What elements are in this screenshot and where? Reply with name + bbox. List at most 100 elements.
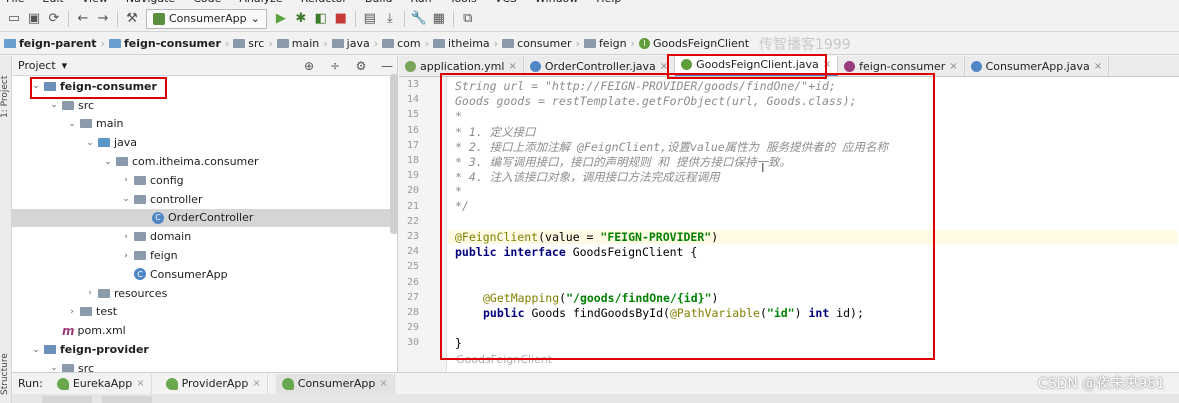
hide-panel-icon[interactable]: — [377, 59, 397, 73]
back-arrow-icon[interactable]: ← [73, 9, 93, 29]
project-structure-icon[interactable]: ▤ [360, 9, 380, 29]
terminal-icon[interactable]: ⧉ [458, 9, 478, 29]
tree-item[interactable]: ⌄ controller [12, 190, 390, 209]
chevron-down-icon[interactable]: ⌄ [66, 119, 78, 129]
keyword-token: int [808, 306, 830, 320]
code-editor[interactable]: 13 14 15 16 17 18 19 20 21 22 23 24 25 26 27 28 29 30 Str… [399, 77, 1179, 372]
save-all-icon[interactable]: ▣ [24, 9, 44, 29]
editor-breadcrumb-footer[interactable]: GoodsFeignClient [456, 353, 552, 366]
sdk-icon[interactable]: ▦ [429, 9, 449, 29]
download-icon[interactable]: ⤓ [380, 9, 400, 29]
toolbar-divider [452, 10, 454, 27]
build-hammer-icon[interactable]: ⚒ [122, 9, 142, 29]
toolbar-divider [354, 10, 356, 27]
breadcrumb-label: feign [598, 37, 627, 50]
tree-item[interactable]: ⌄ com.itheima.consumer [12, 152, 390, 171]
chevron-down-icon[interactable]: ⌄ [48, 100, 60, 110]
locate-file-icon[interactable]: ⊕ [299, 59, 319, 73]
chevron-down-icon[interactable]: ▾ [62, 59, 68, 72]
tree-item[interactable]: m pom.xml [12, 321, 390, 340]
tree-item[interactable]: › test [12, 303, 390, 322]
gear-icon[interactable]: ⚙ [351, 59, 371, 73]
run-tab[interactable]: ProviderApp × [160, 373, 268, 394]
chevron-down-icon[interactable]: ⌄ [120, 194, 132, 204]
chevron-right-icon[interactable]: › [120, 251, 132, 261]
chevron-down-icon[interactable]: ⌄ [102, 157, 114, 167]
breadcrumb-item[interactable]: consumer [502, 37, 572, 50]
breadcrumb-item[interactable]: itheima [433, 37, 490, 50]
breadcrumb-item[interactable]: feign [583, 37, 627, 50]
breadcrumb-label: main [291, 37, 320, 50]
breadcrumb-item[interactable]: src [233, 37, 264, 50]
line-number: 16 [406, 124, 419, 136]
run-tab[interactable]: ConsumerApp × [275, 373, 395, 394]
close-icon[interactable]: × [823, 59, 831, 70]
chevron-right-icon[interactable]: › [84, 288, 96, 298]
structure-tool-tab[interactable]: Structure [0, 346, 12, 402]
tree-scrollbar[interactable] [390, 74, 398, 234]
sync-icon[interactable]: ⟳ [44, 9, 64, 29]
editor-tab[interactable]: GoodsFeignClient.java × [675, 56, 839, 76]
tree-item[interactable]: › config [12, 171, 390, 190]
breadcrumb-item[interactable]: com [382, 37, 421, 50]
tree-item[interactable]: › feign [12, 246, 390, 265]
run-configuration-select[interactable]: ConsumerApp ⌄ [146, 8, 267, 29]
tree-item[interactable]: C OrderController [12, 208, 390, 228]
main-toolbar: ▭ ▣ ⟳ ← → ⚒ ConsumerApp ⌄ ▶ ✱ ◧ ■ ▤ ⤓ 🔧 … [0, 6, 1179, 32]
close-icon[interactable]: × [379, 378, 387, 389]
settings-wrench-icon[interactable]: 🔧 [409, 9, 429, 29]
tree-item[interactable]: ⌄ main [12, 115, 390, 134]
run-tab[interactable]: EurekaApp × [51, 373, 152, 394]
chevron-right-icon[interactable]: › [120, 175, 132, 185]
line-number: 13 [406, 79, 419, 90]
forward-arrow-icon[interactable]: → [93, 9, 113, 29]
close-icon[interactable]: × [660, 61, 668, 72]
breadcrumb-item[interactable]: feign-parent [4, 37, 97, 50]
collapse-all-icon[interactable]: ÷ [325, 59, 345, 73]
code-line-24: public interface GoodsFeignClient { [455, 245, 697, 259]
tree-item[interactable]: ⌄ feign-consumer [12, 77, 390, 96]
chevron-down-icon: ⌄ [250, 12, 260, 25]
close-icon[interactable]: × [1094, 61, 1102, 72]
run-icon[interactable]: ▶ [271, 9, 291, 29]
project-view-select[interactable]: Project [18, 59, 56, 72]
tree-item[interactable]: C ConsumerApp [12, 265, 390, 284]
console-tab[interactable] [42, 396, 92, 403]
project-tool-tab[interactable]: 1: Project [0, 62, 12, 132]
breadcrumb-item[interactable]: java [331, 37, 370, 50]
chevron-down-icon[interactable]: ⌄ [30, 81, 42, 91]
editor-tab[interactable]: OrderController.java × [524, 56, 676, 76]
breadcrumb-item[interactable]: I GoodsFeignClient [639, 37, 749, 50]
chevron-down-icon[interactable]: ⌄ [30, 345, 42, 355]
string-token: "/goods/findOne/{id}" [566, 291, 712, 305]
close-icon[interactable]: × [252, 378, 260, 389]
text-cursor-icon: I [761, 161, 765, 175]
chevron-right-icon[interactable]: › [66, 307, 78, 317]
chevron-down-icon[interactable]: ⌄ [84, 138, 96, 148]
tree-item[interactable]: ⌄ java [12, 133, 390, 152]
debug-icon[interactable]: ✱ [291, 9, 311, 29]
tree-item[interactable]: › domain [12, 227, 390, 246]
code-line-20: * [455, 184, 462, 198]
endpoints-tab[interactable] [102, 396, 152, 403]
close-icon[interactable]: × [949, 61, 957, 72]
editor-tab[interactable]: feign-consumer × [838, 56, 965, 76]
breadcrumb-item[interactable]: main [276, 37, 320, 50]
tree-item[interactable]: ⌄ feign-provider [12, 340, 390, 359]
editor-tab[interactable]: ConsumerApp.java × [965, 56, 1110, 76]
tree-item[interactable]: ⌄ src [12, 96, 390, 115]
close-icon[interactable]: × [508, 61, 516, 72]
close-icon[interactable]: × [136, 378, 144, 389]
chevron-right-icon[interactable]: › [120, 232, 132, 242]
coverage-icon[interactable]: ◧ [311, 9, 331, 29]
file-type-icon [529, 60, 541, 72]
editor-tab[interactable]: application.yml × [399, 56, 524, 76]
folder-icon [134, 194, 146, 204]
stop-icon[interactable]: ■ [331, 9, 351, 29]
code-line-15: * [455, 109, 462, 123]
line-number: 29 [406, 322, 419, 334]
tree-item[interactable]: › resources [12, 284, 390, 303]
folder-icon [134, 232, 146, 242]
breadcrumb-item[interactable]: feign-consumer [108, 37, 221, 50]
open-folder-icon[interactable]: ▭ [4, 9, 24, 29]
